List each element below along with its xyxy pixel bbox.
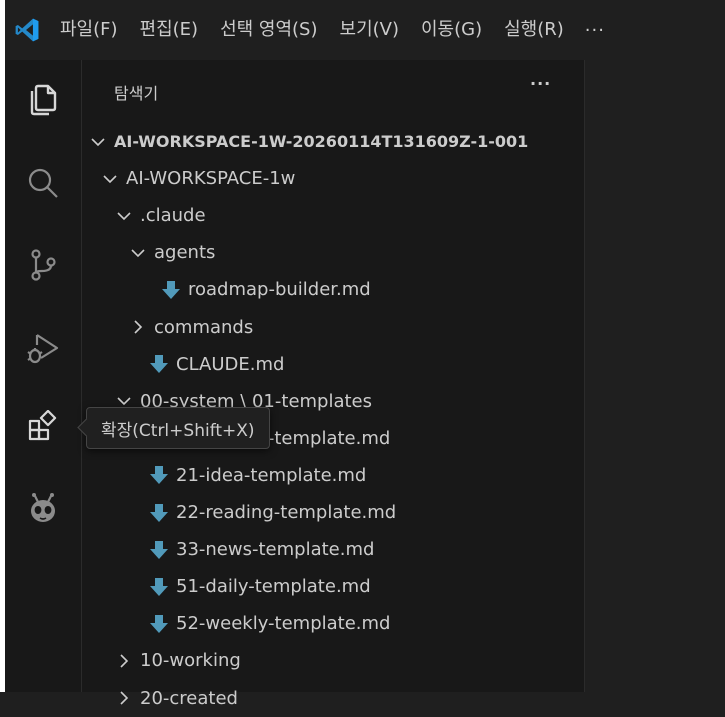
files-icon bbox=[26, 81, 60, 117]
tree-file[interactable]: roadmap-builder.md bbox=[82, 271, 662, 308]
tooltip: 확장(Ctrl+Shift+X) bbox=[77, 407, 270, 449]
menu-item[interactable]: 파일(F) bbox=[49, 0, 129, 60]
markdown-file-icon bbox=[148, 503, 170, 523]
extensions-icon bbox=[26, 410, 60, 444]
markdown-file-icon bbox=[148, 614, 170, 634]
chevron-down-icon bbox=[88, 132, 108, 152]
menu-more-button[interactable]: ··· bbox=[575, 20, 615, 41]
tree-file[interactable]: CLAUDE.md bbox=[82, 346, 650, 383]
tree-folder[interactable]: commands bbox=[82, 309, 630, 346]
activity-run-debug[interactable] bbox=[5, 312, 81, 386]
chevron-right-icon bbox=[114, 688, 134, 708]
chevron-down-icon bbox=[100, 169, 120, 189]
tree-file[interactable]: 52-weekly-template.md bbox=[82, 605, 650, 642]
tree-folder[interactable]: agents bbox=[82, 234, 630, 271]
menu-item[interactable]: 실행(R) bbox=[493, 0, 575, 60]
tree-item-label: roadmap-builder.md bbox=[188, 279, 371, 301]
activity-explorer[interactable] bbox=[5, 62, 81, 136]
activity-extensions[interactable] bbox=[5, 390, 81, 464]
activity-platformio[interactable] bbox=[5, 470, 81, 544]
menu-item[interactable]: 편집(E) bbox=[129, 0, 210, 60]
markdown-file-icon bbox=[148, 577, 170, 597]
tree-item-label: .claude bbox=[140, 205, 206, 227]
tree-item-label: 10-working bbox=[140, 650, 241, 672]
markdown-file-icon bbox=[148, 354, 170, 374]
alien-icon bbox=[26, 489, 60, 525]
menu-bar: 파일(F) 편집(E) 선택 영역(S) 보기(V) 이동(G) 실행(R) ··· bbox=[5, 0, 725, 60]
tree-item-label: AI-WORKSPACE-1W-20260114T131609Z-1-001 bbox=[114, 132, 529, 151]
search-icon bbox=[26, 166, 60, 200]
source-control-icon bbox=[26, 247, 60, 283]
vscode-logo-icon[interactable] bbox=[5, 0, 49, 60]
tree-item-label: agents bbox=[154, 242, 216, 264]
tree-item-label: 33-news-template.md bbox=[176, 539, 375, 561]
explorer-sidebar: 탐색기 ··· AI-WORKSPACE-1W-20260114T131609Z… bbox=[82, 60, 584, 709]
menu-item[interactable]: 이동(G) bbox=[410, 0, 493, 60]
tree-item-label: 22-reading-template.md bbox=[176, 502, 397, 523]
sidebar-header: 탐색기 ··· bbox=[82, 60, 584, 120]
tree-item-label: 51-daily-template.md bbox=[176, 576, 371, 598]
tree-file[interactable]: 51-daily-template.md bbox=[82, 568, 650, 605]
run-debug-icon bbox=[25, 331, 61, 367]
markdown-file-icon bbox=[148, 540, 170, 560]
markdown-file-icon bbox=[160, 280, 182, 300]
tree-folder[interactable]: AI-WORKSPACE-1w bbox=[82, 160, 602, 197]
chevron-right-icon bbox=[128, 317, 148, 337]
chevron-right-icon bbox=[114, 651, 134, 671]
tree-file[interactable]: 21-idea-template.md bbox=[82, 457, 650, 494]
tree-item-label: 52-weekly-template.md bbox=[176, 613, 391, 635]
menu-item[interactable]: 보기(V) bbox=[329, 0, 410, 60]
activity-bar bbox=[5, 60, 82, 692]
tree-item-label: AI-WORKSPACE-1w bbox=[126, 168, 296, 190]
sidebar-title: 탐색기 bbox=[114, 84, 159, 103]
markdown-file-icon bbox=[148, 465, 170, 485]
tree-folder[interactable]: 10-working bbox=[82, 642, 616, 679]
editor-area[interactable] bbox=[584, 60, 725, 692]
tree-item-label: 20-created bbox=[140, 687, 238, 709]
activity-source-control[interactable] bbox=[5, 228, 81, 302]
activity-search[interactable] bbox=[5, 146, 81, 220]
sidebar-more-button[interactable]: ··· bbox=[530, 74, 551, 93]
tree-item-label: CLAUDE.md bbox=[176, 353, 285, 375]
chevron-down-icon bbox=[128, 243, 148, 263]
tree-item-label: commands bbox=[154, 316, 254, 338]
tooltip-text: 확장(Ctrl+Shift+X) bbox=[101, 420, 255, 441]
tree-file[interactable]: 33-news-template.md bbox=[82, 531, 650, 568]
chevron-down-icon bbox=[114, 206, 134, 226]
tree-folder[interactable]: .claude bbox=[82, 197, 616, 234]
tree-item-label: 21-idea-template.md bbox=[176, 464, 367, 486]
tree-file[interactable]: 22-reading-template.md bbox=[82, 494, 650, 531]
tree-folder[interactable]: 20-created bbox=[82, 680, 616, 717]
menu-item[interactable]: 선택 영역(S) bbox=[209, 0, 328, 60]
tree-folder[interactable]: AI-WORKSPACE-1W-20260114T131609Z-1-001 bbox=[82, 123, 590, 160]
